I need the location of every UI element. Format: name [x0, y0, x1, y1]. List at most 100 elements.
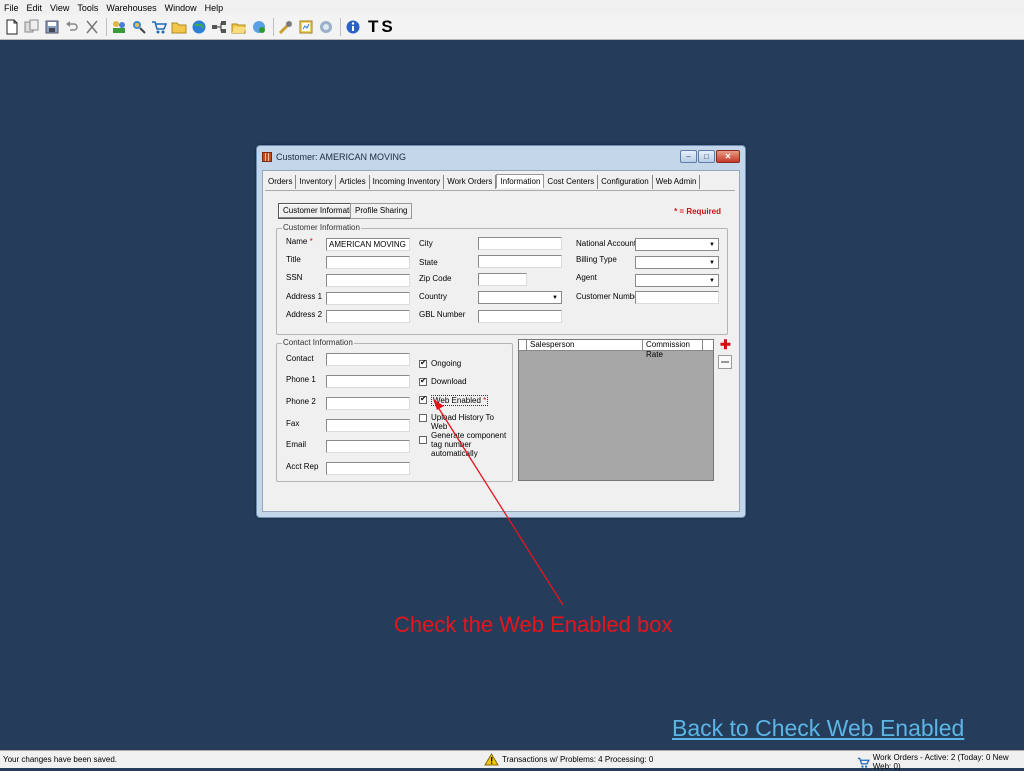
ssn-input[interactable]	[326, 274, 410, 287]
title-label: Title	[286, 255, 301, 264]
customer-number-input[interactable]	[635, 291, 719, 304]
download-checkbox[interactable]: Download	[419, 376, 467, 386]
agent-select[interactable]: ▼	[635, 274, 719, 287]
gbl-number-label: GBL Number	[419, 310, 466, 319]
remove-salesperson-icon[interactable]	[718, 355, 732, 369]
acct-rep-input[interactable]	[326, 462, 410, 475]
tab-cost-centers[interactable]: Cost Centers	[544, 175, 599, 189]
state-input[interactable]	[478, 255, 562, 268]
tab-web-admin[interactable]: Web Admin	[653, 175, 701, 189]
transactions-status[interactable]: Transactions w/ Problems: 4 Processing: …	[484, 753, 653, 766]
upload-history-checkbox-box[interactable]	[419, 414, 427, 422]
required-note: * = Required	[674, 207, 721, 216]
salesperson-grid[interactable]: Salesperson Commission Rate	[518, 339, 714, 481]
web-enabled-checkbox[interactable]: Web Enabled *	[419, 394, 489, 406]
web-globe-icon[interactable]	[250, 18, 268, 36]
customer-number-label: Customer Number	[576, 292, 642, 301]
toolbar-separator	[273, 18, 274, 36]
contact-information-group: Contact Information Contact Phone 1 Phon…	[276, 338, 513, 482]
tab-bar: Orders Inventory Articles Incoming Inven…	[265, 174, 701, 191]
window-app-icon	[262, 152, 272, 162]
tab-configuration[interactable]: Configuration	[598, 175, 653, 189]
open-folder-icon[interactable]	[230, 18, 248, 36]
save-icon[interactable]	[43, 18, 61, 36]
cut-icon[interactable]	[83, 18, 101, 36]
undo-icon[interactable]	[63, 18, 81, 36]
work-orders-status[interactable]: Work Orders - Active: 2 (Today: 0 New We…	[857, 753, 1024, 771]
billing-type-label: Billing Type	[576, 255, 617, 264]
menu-tools[interactable]: Tools	[77, 3, 98, 13]
status-message: Your changes have been saved.	[3, 755, 118, 764]
generate-tag-checkbox-box[interactable]	[419, 436, 427, 444]
phone1-input[interactable]	[326, 375, 410, 388]
city-input[interactable]	[478, 237, 562, 250]
upload-history-checkbox[interactable]: Upload History To Web	[419, 413, 512, 431]
minimize-icon[interactable]: –	[680, 150, 697, 163]
tab-work-orders[interactable]: Work Orders	[444, 175, 497, 189]
tab-incoming-inventory[interactable]: Incoming Inventory	[370, 175, 445, 189]
copy-icon[interactable]	[23, 18, 41, 36]
tab-articles[interactable]: Articles	[336, 175, 370, 189]
toolbar-separator	[106, 18, 107, 36]
address2-label: Address 2	[286, 310, 323, 319]
billing-type-select[interactable]: ▼	[635, 256, 719, 269]
chevron-down-icon: ▼	[709, 277, 715, 284]
generate-tag-checkbox[interactable]: Generate component tag number automatica…	[419, 431, 511, 458]
grid-header: Salesperson Commission Rate	[519, 340, 713, 359]
name-input[interactable]: AMERICAN MOVING	[326, 238, 410, 251]
cart-icon[interactable]	[150, 18, 168, 36]
commission-rate-column-header[interactable]: Commission Rate	[643, 340, 703, 359]
folder-icon[interactable]	[170, 18, 188, 36]
subtab-profile-sharing[interactable]: Profile Sharing	[350, 203, 413, 219]
national-account-label: National Account	[576, 239, 637, 248]
ts-logo[interactable]: TS	[368, 17, 396, 37]
email-input[interactable]	[326, 440, 410, 453]
acct-rep-label: Acct Rep	[286, 462, 319, 471]
network-icon[interactable]	[210, 18, 228, 36]
menu-edit[interactable]: Edit	[27, 3, 43, 13]
download-checkbox-box[interactable]	[419, 376, 427, 386]
tab-orders[interactable]: Orders	[265, 175, 297, 189]
zip-code-input[interactable]	[478, 273, 527, 286]
address1-input[interactable]	[326, 292, 410, 305]
close-icon[interactable]: ✕	[716, 150, 740, 163]
menu-help[interactable]: Help	[205, 3, 224, 13]
report-icon[interactable]	[297, 18, 315, 36]
menu-warehouses[interactable]: Warehouses	[106, 3, 156, 13]
info-icon[interactable]	[344, 18, 362, 36]
salesperson-column-header[interactable]: Salesperson	[527, 340, 643, 350]
new-document-icon[interactable]	[3, 18, 21, 36]
chevron-down-icon: ▼	[552, 294, 558, 301]
ongoing-checkbox[interactable]: Ongoing	[419, 358, 461, 368]
maximize-icon[interactable]: □	[698, 150, 715, 163]
warning-icon	[484, 753, 499, 766]
phone2-input[interactable]	[326, 397, 410, 410]
contact-input[interactable]	[326, 353, 410, 366]
tools-icon[interactable]	[277, 18, 295, 36]
tab-information[interactable]: Information	[496, 174, 545, 188]
fax-input[interactable]	[326, 419, 410, 432]
customer-information-legend: Customer Information	[282, 223, 361, 232]
window-titlebar[interactable]: Customer: AMERICAN MOVING – □ ✕	[257, 146, 745, 168]
title-input[interactable]	[326, 256, 410, 269]
gbl-number-input[interactable]	[478, 310, 562, 323]
ongoing-checkbox-box[interactable]	[419, 358, 427, 368]
back-link[interactable]: Back to Check Web Enabled	[672, 715, 964, 742]
country-select[interactable]: ▼	[478, 291, 562, 304]
address1-label: Address 1	[286, 292, 323, 301]
customers-icon[interactable]	[110, 18, 128, 36]
fax-label: Fax	[286, 419, 300, 428]
web-enabled-checkbox-box[interactable]	[419, 394, 427, 404]
menu-view[interactable]: View	[50, 3, 69, 13]
menu-window[interactable]: Window	[165, 3, 197, 13]
address2-input[interactable]	[326, 310, 410, 323]
support-icon[interactable]	[317, 18, 335, 36]
search-people-icon[interactable]	[130, 18, 148, 36]
tab-inventory[interactable]: Inventory	[296, 175, 337, 189]
country-label: Country	[419, 292, 448, 301]
national-account-select[interactable]: ▼	[635, 238, 719, 251]
menu-file[interactable]: File	[4, 3, 19, 13]
contact-information-legend: Contact Information	[282, 338, 354, 347]
globe-icon[interactable]	[190, 18, 208, 36]
add-salesperson-icon[interactable]: ✚	[720, 338, 731, 351]
